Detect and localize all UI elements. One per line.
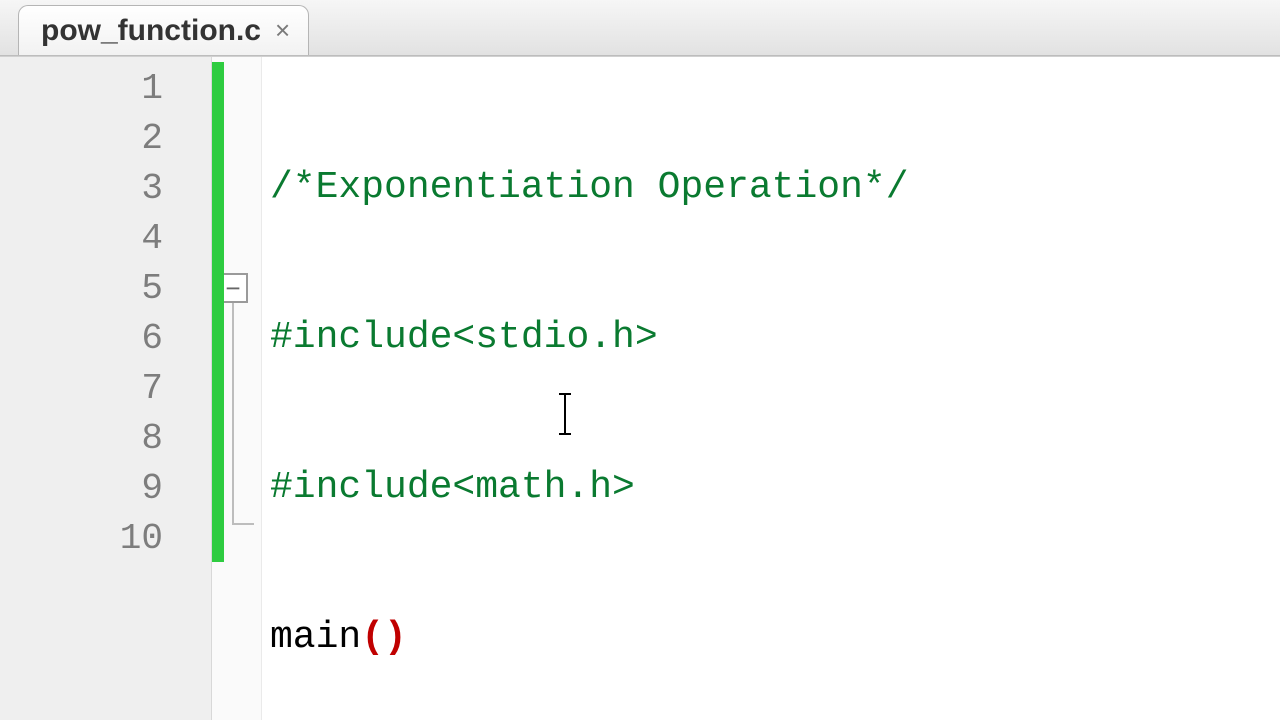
preprocessor: #include<math.h> (270, 466, 635, 509)
line-number: 6 (0, 313, 211, 363)
editor: 1 2 3 4 5 6 7 8 9 10 − /*Exponentiation … (0, 56, 1280, 720)
mouse-cursor-ibeam (564, 393, 566, 435)
line-number-gutter: 1 2 3 4 5 6 7 8 9 10 (0, 57, 212, 720)
line-number: 7 (0, 363, 211, 413)
line-number: 10 (0, 513, 211, 563)
code-line: main() (262, 613, 1280, 663)
line-number: 2 (0, 113, 211, 163)
tab-filename: pow_function.c (41, 14, 261, 48)
code-line: /*Exponentiation Operation*/ (262, 163, 1280, 213)
line-number: 3 (0, 163, 211, 213)
code-area[interactable]: /*Exponentiation Operation*/ #include<st… (262, 57, 1280, 720)
preprocessor: #include<stdio.h> (270, 316, 658, 359)
line-number: 4 (0, 213, 211, 263)
paren: () (361, 616, 407, 659)
line-number: 9 (0, 463, 211, 513)
comment: /*Exponentiation Operation*/ (270, 166, 909, 209)
file-tab[interactable]: pow_function.c × (18, 5, 309, 55)
code-line: #include<math.h> (262, 463, 1280, 513)
fold-guide (232, 303, 234, 523)
change-marker (212, 62, 224, 562)
line-number: 1 (0, 63, 211, 113)
line-number: 5 (0, 263, 211, 313)
tab-bar: pow_function.c × (0, 0, 1280, 56)
identifier: main (270, 616, 361, 659)
minus-icon: − (225, 275, 240, 301)
code-line: #include<stdio.h> (262, 313, 1280, 363)
line-number: 8 (0, 413, 211, 463)
fold-guide-end (232, 523, 254, 525)
close-icon[interactable]: × (275, 15, 290, 46)
